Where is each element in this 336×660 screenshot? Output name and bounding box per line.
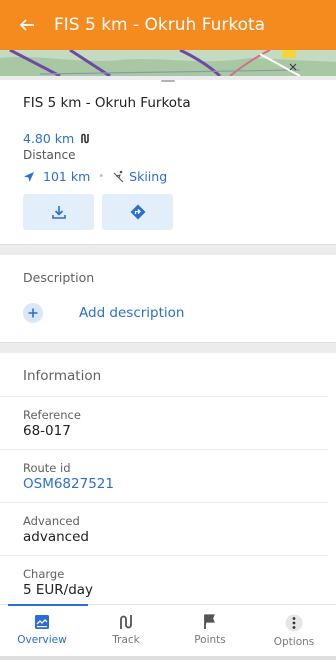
route-icon	[81, 133, 90, 144]
map-image	[0, 50, 336, 76]
overview-icon	[35, 615, 49, 629]
download-button[interactable]	[23, 194, 94, 230]
active-tab-indicator	[8, 604, 88, 606]
tab-overview[interactable]: Overview	[0, 605, 84, 656]
info-item-reference: Reference 68-017	[0, 397, 328, 450]
distance-value: 4.80 km	[23, 131, 75, 146]
distance-row: 4.80 km	[0, 111, 336, 146]
info-value: 68-017	[23, 423, 71, 439]
directions-icon	[130, 204, 145, 220]
info-item-advanced: Advanced advanced	[0, 503, 328, 556]
tab-label: Overview	[17, 634, 67, 646]
skiing-icon	[113, 170, 124, 183]
description-title: Description	[23, 270, 95, 285]
add-description-link[interactable]: Add description	[79, 305, 185, 321]
route-summary-card: FIS 5 km - Okruh Furkota 4.80 km Distanc…	[0, 80, 336, 244]
app-bar: FIS 5 km - Okruh Furkota	[0, 0, 336, 50]
tab-points[interactable]: Points	[168, 605, 252, 656]
info-item-charge: Charge 5 EUR/day	[0, 556, 328, 604]
app-bar-title: FIS 5 km - Okruh Furkota	[54, 15, 266, 35]
bottom-navigation: Overview Track Points Options	[0, 604, 336, 656]
system-nav-strip	[0, 656, 336, 660]
route-details-sheet[interactable]: FIS 5 km - Okruh Furkota 4.80 km Distanc…	[0, 76, 336, 604]
flag-icon	[204, 614, 215, 629]
meta-row: 101 km • Skiing	[0, 162, 336, 184]
tab-label: Points	[194, 634, 226, 646]
tab-track[interactable]: Track	[84, 605, 168, 656]
section-divider	[0, 342, 336, 353]
tab-label: Track	[112, 634, 140, 646]
info-key: Reference	[23, 408, 81, 422]
track-icon	[120, 615, 132, 629]
info-item-route-id[interactable]: Route id OSM6827521	[0, 450, 328, 503]
route-id-link[interactable]: OSM6827521	[23, 476, 305, 492]
route-title: FIS 5 km - Okruh Furkota	[23, 95, 191, 111]
information-title: Information	[0, 353, 328, 397]
info-key: Route id	[23, 461, 71, 475]
direction-distance: 101 km	[43, 169, 91, 184]
add-description-row[interactable]: Add description	[0, 285, 336, 342]
section-divider	[0, 244, 336, 255]
navigate-button[interactable]	[102, 194, 173, 230]
info-value: 5 EUR/day	[23, 582, 94, 598]
info-key: Advanced	[23, 514, 80, 528]
distance-label: Distance	[23, 148, 76, 162]
separator-dot: •	[98, 171, 105, 182]
more-vertical-icon	[285, 614, 303, 632]
map-preview[interactable]	[0, 50, 336, 76]
info-key: Charge	[23, 567, 65, 581]
plus-icon	[23, 303, 43, 323]
direction-arrow-icon	[24, 171, 34, 182]
information-card: Information Reference 68-017 Route id OS…	[0, 353, 336, 604]
tab-label: Options	[273, 636, 315, 648]
description-card: Description Add description	[0, 255, 336, 342]
activity-type: Skiing	[129, 169, 168, 184]
back-button[interactable]	[0, 0, 54, 50]
action-buttons	[0, 184, 336, 244]
info-value: advanced	[23, 529, 89, 545]
arrow-left-icon	[19, 19, 34, 31]
download-icon	[51, 206, 66, 219]
tab-options[interactable]: Options	[252, 605, 336, 656]
